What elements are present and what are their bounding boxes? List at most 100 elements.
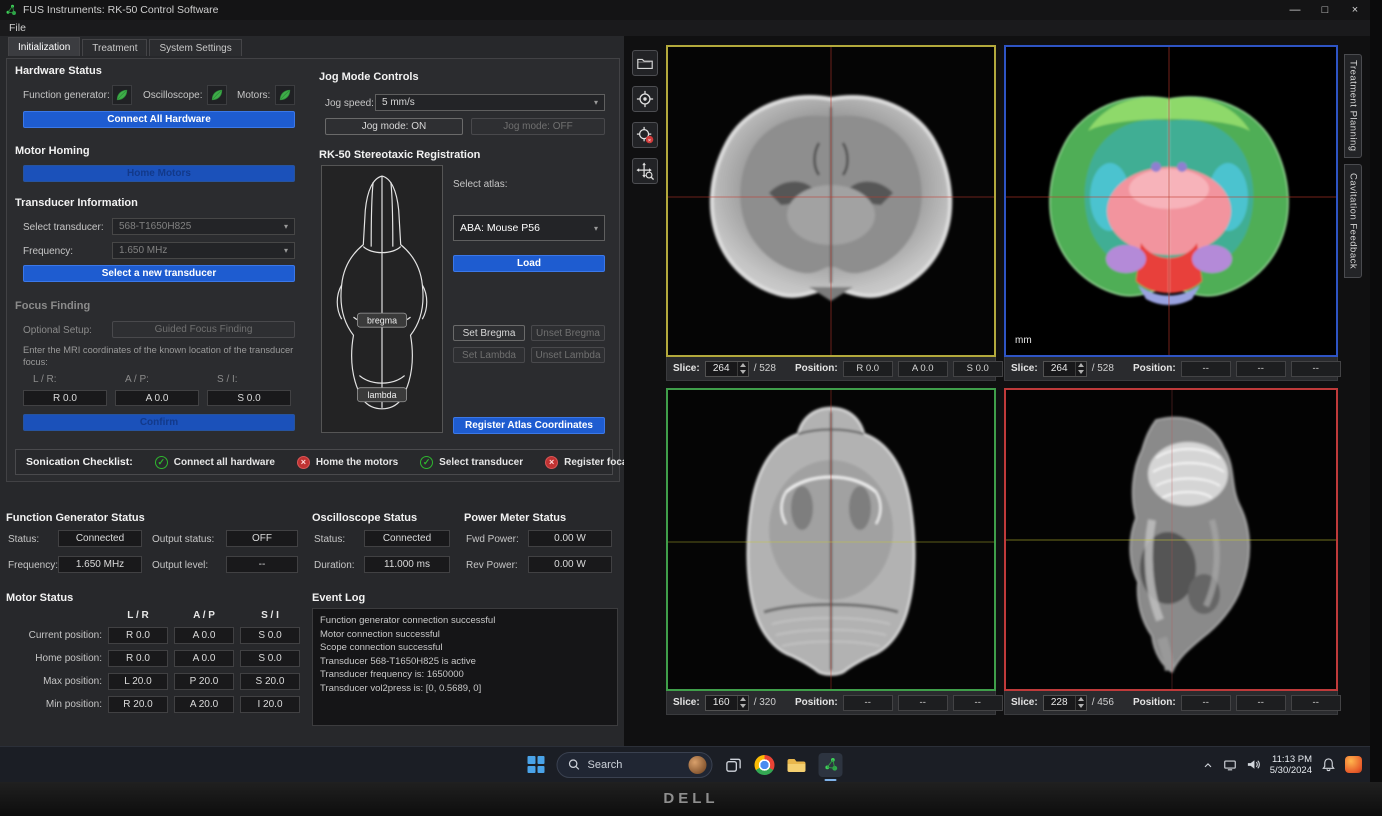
row-label: Max position: [6,676,102,687]
spinner-down-icon[interactable] [1076,703,1086,710]
tab-system-settings[interactable]: System Settings [149,39,241,56]
horizontal-mri-canvas[interactable] [666,388,996,691]
function-generator-label: Function generator: [23,90,110,101]
set-lambda-button[interactable]: Set Lambda [453,347,525,363]
confirm-button[interactable]: Confirm [23,414,295,431]
slice-total: / 320 [754,697,776,708]
si-axis-label: S / I: [217,374,238,385]
fus-app-icon[interactable] [819,753,843,777]
volume-icon[interactable] [1246,757,1261,772]
checklist-item: ✓ Connect all hardware [155,456,275,469]
table-cell: S 20.0 [240,673,300,690]
log-line: Transducer vol2press is: [0, 0.5689, 0] [320,682,610,696]
connect-all-hardware-button[interactable]: Connect All Hardware [23,111,295,128]
sagittal-mri-image [1006,390,1336,689]
log-line: Scope connection successful [320,641,610,655]
spinner-up-icon[interactable] [1076,362,1086,369]
slice-number-input[interactable]: 264 [705,361,749,377]
position-value: R 0.0 [843,361,893,377]
task-view-icon[interactable] [725,756,743,774]
slice-number-input[interactable]: 160 [705,695,749,711]
atlas-select[interactable]: ABA: Mouse P56 ▾ [453,215,605,241]
jog-mode-on-button[interactable]: Jog mode: ON [325,118,463,135]
tray-app-icon[interactable] [1345,756,1362,773]
sagittal-mri-canvas[interactable] [1004,388,1338,691]
tab-treatment[interactable]: Treatment [82,39,147,56]
position-label: Position: [1133,697,1176,708]
unset-bregma-button[interactable]: Unset Bregma [531,325,605,341]
home-motors-button[interactable]: Home Motors [23,165,295,182]
windows-start-icon[interactable] [528,756,545,773]
menu-file[interactable]: File [0,22,35,34]
scale-unit-label: mm [1015,335,1032,346]
oscilloscope-label: Oscilloscope: [143,90,202,101]
select-new-transducer-button[interactable]: Select a new transducer [23,265,295,282]
set-bregma-button[interactable]: Set Bregma [453,325,525,341]
scope-duration-value: 11.000 ms [364,556,450,573]
spinner-up-icon[interactable] [738,696,748,703]
power-meter-status-title: Power Meter Status [464,512,566,524]
tab-cavitation-feedback[interactable]: Cavitation Feedback [1344,164,1362,278]
spinner-down-icon[interactable] [1076,369,1086,376]
taskbar-clock[interactable]: 11:13 PM 5/30/2024 [1270,754,1312,776]
slice-bar: Slice: 264 / 528 Position: -- -- -- [1004,357,1338,381]
table-cell: R 20.0 [108,696,168,713]
guided-focus-finding-button[interactable]: Guided Focus Finding [112,321,295,338]
slice-value: 264 [1044,362,1075,376]
si-coordinate-field[interactable]: S 0.0 [207,390,291,406]
lr-coordinate-field[interactable]: R 0.0 [23,390,107,406]
menubar: File [0,20,1370,36]
tab-treatment-planning[interactable]: Treatment Planning [1344,54,1362,158]
hidden-icons-chevron-icon[interactable] [1202,759,1214,771]
jog-speed-select[interactable]: 5 mm/s ▾ [375,94,605,111]
row-label: Current position: [6,630,102,641]
chevron-down-icon: ▾ [594,98,598,107]
fg-output-level-label: Output level: [152,560,208,571]
close-icon[interactable]: × [1340,0,1370,20]
column-header: L / R [108,610,168,621]
chrome-icon[interactable] [755,755,775,775]
crosshair-disabled-button[interactable]: × [632,122,658,148]
jog-mode-off-button[interactable]: Jog mode: OFF [471,118,605,135]
maximize-icon[interactable]: □ [1310,0,1340,20]
position-value: -- [1181,695,1231,711]
register-atlas-coordinates-button[interactable]: Register Atlas Coordinates [453,417,605,434]
notification-bell-icon[interactable] [1321,757,1336,772]
table-cell: S 0.0 [240,650,300,667]
table-cell: A 0.0 [174,650,234,667]
fwd-power-label: Fwd Power: [466,534,519,545]
spinner-down-icon[interactable] [738,703,748,710]
frequency-select[interactable]: 1.650 MHz ▾ [112,242,295,259]
position-value: -- [1236,361,1286,377]
spinner-down-icon[interactable] [738,369,748,376]
slice-number-input[interactable]: 228 [1043,695,1087,711]
minimize-icon[interactable]: — [1280,0,1310,20]
coronal-atlas-canvas[interactable]: mm [1004,45,1338,357]
spinner-up-icon[interactable] [1076,696,1086,703]
window-title: FUS Instruments: RK-50 Control Software [23,4,219,16]
atlas-select-value: ABA: Mouse P56 [460,222,540,234]
log-line: Transducer frequency is: 1650000 [320,668,610,682]
spinner-up-icon[interactable] [738,362,748,369]
pan-zoom-button[interactable] [632,158,658,184]
coronal-mri-canvas[interactable] [666,45,996,357]
crosshair-target-button[interactable] [632,86,658,112]
load-atlas-button[interactable]: Load [453,255,605,272]
slice-number-input[interactable]: 264 [1043,361,1087,377]
unset-lambda-button[interactable]: Unset Lambda [531,347,605,363]
open-folder-button[interactable] [632,50,658,76]
bregma-label: bregma [367,316,397,326]
search-input[interactable]: Search [557,752,713,778]
ap-axis-label: A / P: [125,374,149,385]
file-explorer-icon[interactable] [787,755,807,775]
slice-total: / 456 [1092,697,1114,708]
tab-initialization[interactable]: Initialization [8,37,80,56]
display-icon[interactable] [1223,758,1237,772]
titlebar: FUS Instruments: RK-50 Control Software … [0,0,1370,20]
fg-status-label: Status: [8,534,39,545]
position-value: -- [898,695,948,711]
ap-coordinate-field[interactable]: A 0.0 [115,390,199,406]
transducer-select[interactable]: 568-T1650H825 ▾ [112,218,295,235]
search-icon [568,758,581,771]
slice-total: / 528 [754,363,776,374]
